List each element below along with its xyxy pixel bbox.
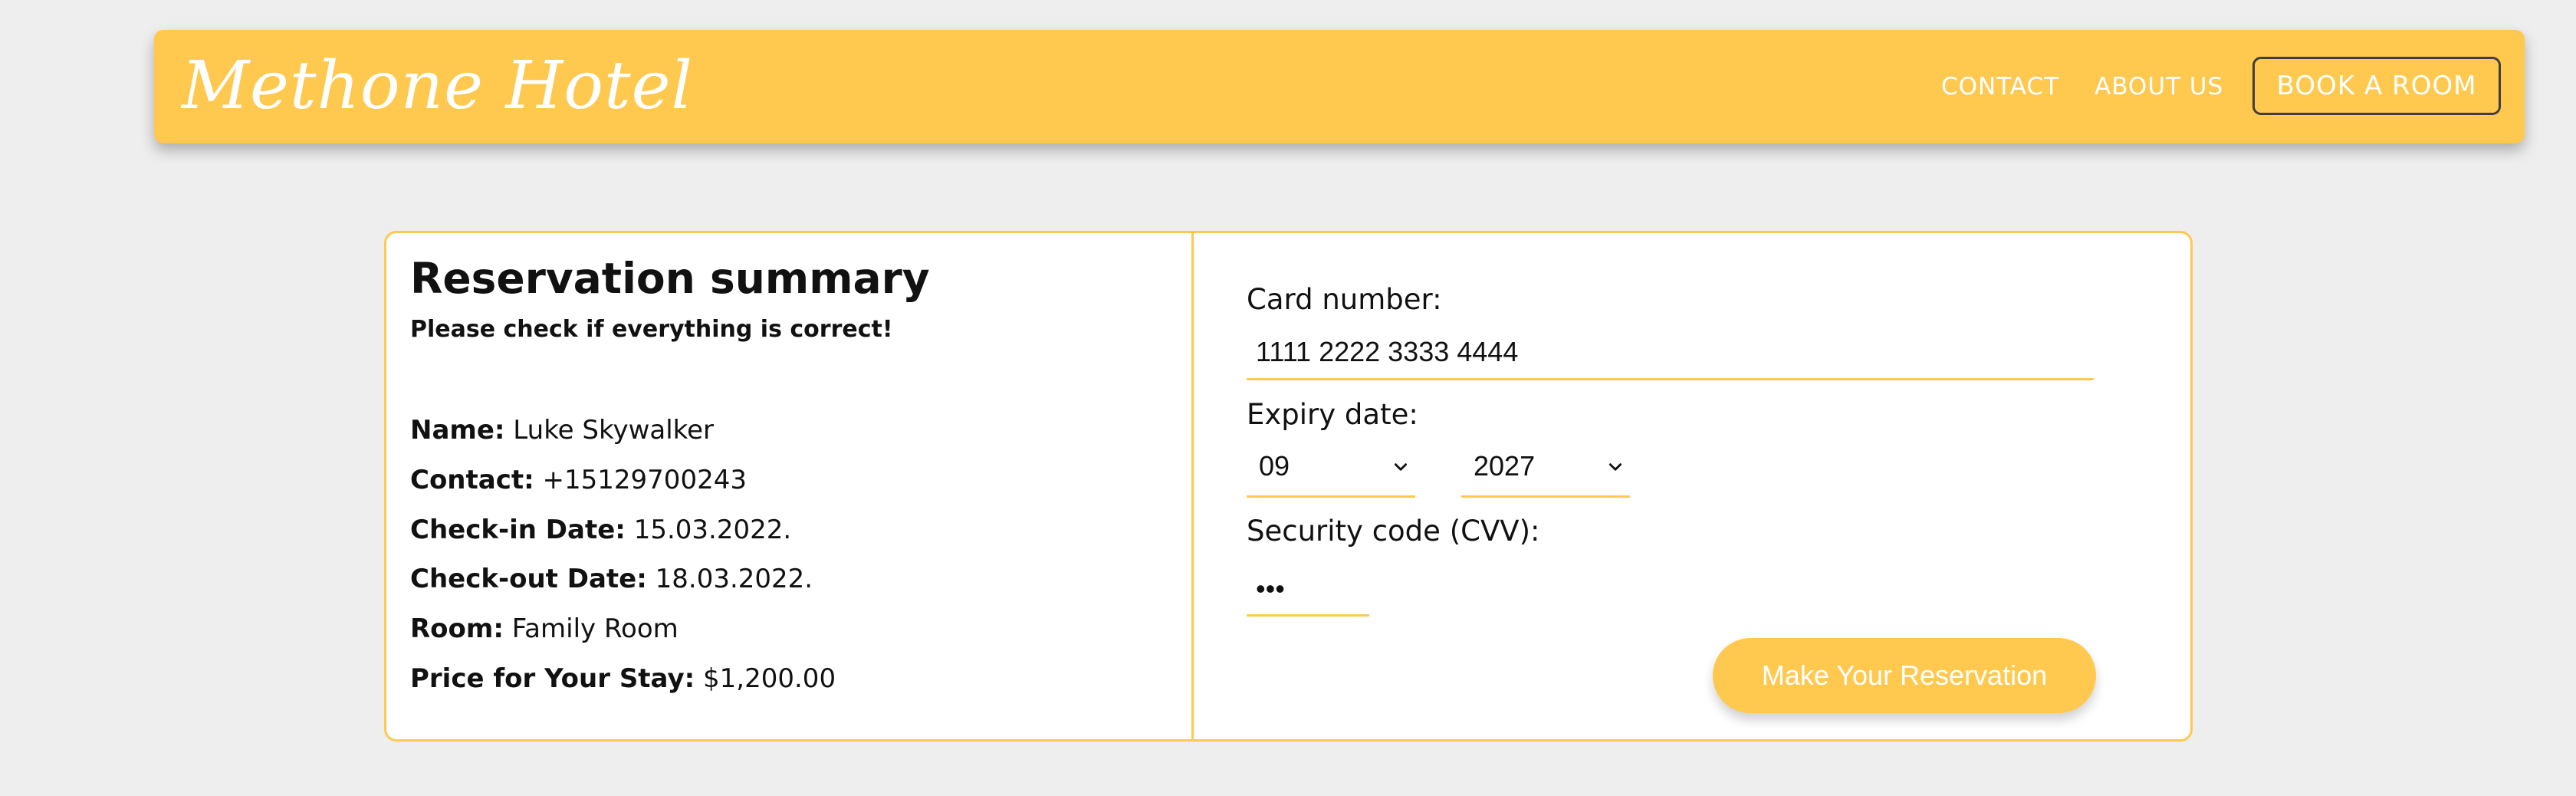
reservation-card: Reservation summary Please check if ever… [384,231,2193,742]
detail-check-in: Check-in Date: 15.03.2022. [410,511,791,548]
expiry-month-select[interactable]: 09 [1247,439,1415,498]
detail-check-out: Check-out Date: 18.03.2022. [410,561,813,597]
navbar: Methone Hotel CONTACT ABOUT US BOOK A RO… [154,30,2525,143]
detail-value: 18.03.2022. [655,564,813,594]
hotel-logo[interactable]: Methone Hotel [182,44,693,128]
card-divider [1191,233,1194,739]
expiry-year-select[interactable]: 2027 [1461,439,1630,498]
expiry-date-label: Expiry date: [1247,398,1418,431]
detail-label: Check-out Date: [410,564,647,594]
summary-subtitle: Please check if everything is correct! [410,316,893,343]
detail-value: 15.03.2022. [633,515,792,545]
detail-price: Price for Your Stay: $1,200.00 [410,660,836,697]
detail-label: Check-in Date: [410,515,626,545]
expiry-month-value: 09 [1259,450,1290,482]
detail-label: Room: [410,613,504,644]
detail-value: +15129700243 [542,465,747,495]
detail-room: Room: Family Room [410,610,678,647]
detail-label: Contact: [410,465,534,495]
detail-label: Name: [410,415,505,446]
summary-title: Reservation summary [410,254,930,303]
detail-contact: Contact: +15129700243 [410,462,747,498]
detail-name: Name: Luke Skywalker [410,412,714,449]
detail-value: Luke Skywalker [513,415,715,446]
detail-value: Family Room [511,613,678,644]
book-room-button[interactable]: BOOK A ROOM [2252,57,2501,115]
card-number-label: Card number: [1247,283,1442,316]
card-number-input[interactable] [1247,325,2094,380]
cvv-label: Security code (CVV): [1247,515,1540,548]
expiry-year-value: 2027 [1474,450,1536,482]
nav-contact-link[interactable]: CONTACT [1941,68,2059,105]
detail-value: $1,200.00 [703,663,836,694]
nav-about-link[interactable]: ABOUT US [2095,68,2223,105]
detail-label: Price for Your Stay: [410,663,695,694]
chevron-down-icon [1394,463,1408,471]
chevron-down-icon [1608,463,1622,471]
cvv-input[interactable] [1247,563,1369,617]
make-reservation-button[interactable]: Make Your Reservation [1713,638,2096,713]
